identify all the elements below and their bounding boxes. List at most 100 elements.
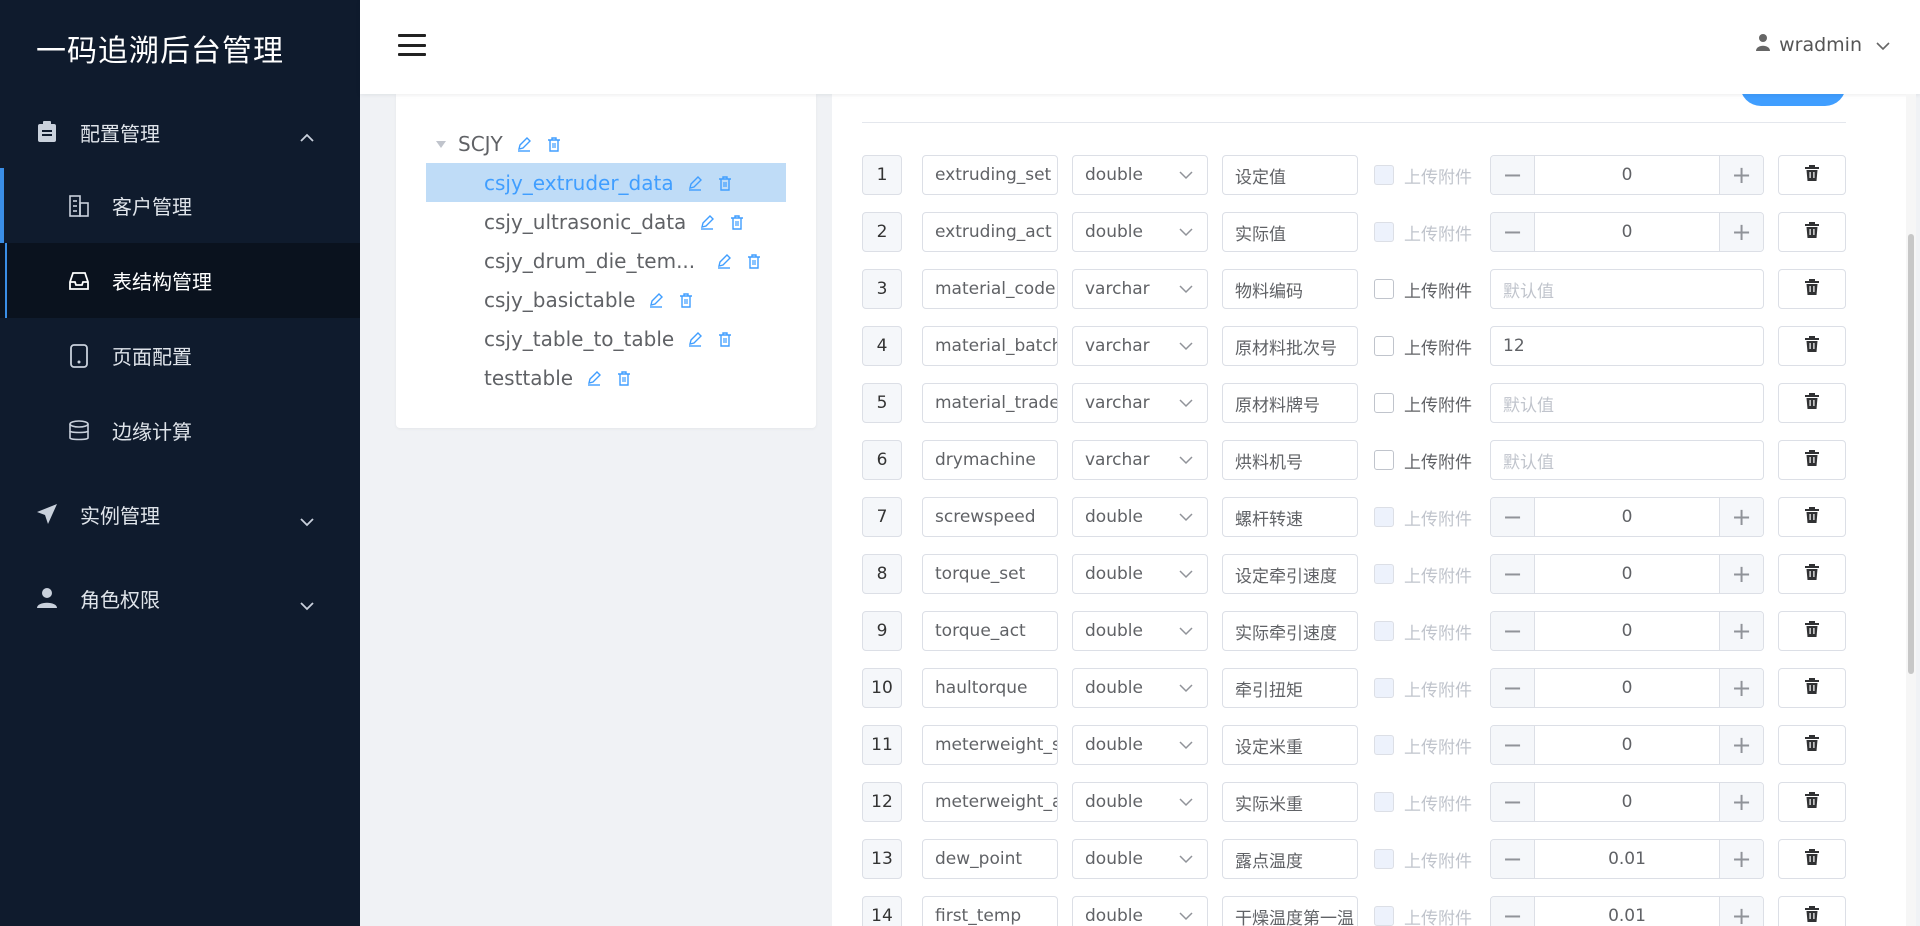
- plus-icon[interactable]: +: [1719, 669, 1763, 707]
- menu-toggle-icon[interactable]: [398, 34, 426, 56]
- checkbox-box[interactable]: [1374, 279, 1394, 299]
- checkbox-box[interactable]: [1374, 507, 1394, 527]
- default-number-value[interactable]: 0: [1535, 165, 1719, 185]
- default-number-value[interactable]: 0: [1535, 621, 1719, 641]
- default-number-value[interactable]: 0: [1535, 564, 1719, 584]
- sidebar-item-table-structure[interactable]: 表结构管理: [0, 243, 360, 318]
- upload-attachment-checkbox[interactable]: 上传附件: [1374, 212, 1472, 252]
- upload-attachment-checkbox[interactable]: 上传附件: [1374, 611, 1472, 651]
- upload-attachment-checkbox[interactable]: 上传附件: [1374, 839, 1472, 879]
- tree-node[interactable]: csjy_ultrasonic_data: [426, 202, 786, 241]
- default-number-stepper[interactable]: −0 +: [1490, 782, 1764, 822]
- field-name-input[interactable]: drymachine: [922, 440, 1058, 480]
- field-desc-input[interactable]: 设定牵引速度: [1222, 554, 1358, 594]
- default-number-value[interactable]: 0: [1535, 735, 1719, 755]
- default-number-value[interactable]: 0.01: [1535, 849, 1719, 869]
- field-name-input[interactable]: material_code: [922, 269, 1058, 309]
- field-name-input[interactable]: dew_point: [922, 839, 1058, 879]
- sidebar-item-edge-compute[interactable]: 边缘计算: [0, 393, 360, 468]
- plus-icon[interactable]: +: [1719, 555, 1763, 593]
- delete-row-button[interactable]: [1778, 782, 1846, 822]
- field-desc-input[interactable]: 烘料机号: [1222, 440, 1358, 480]
- default-number-stepper[interactable]: −0 +: [1490, 611, 1764, 651]
- default-number-stepper[interactable]: −0 +: [1490, 554, 1764, 594]
- field-desc-input[interactable]: 原材料批次号: [1222, 326, 1358, 366]
- menu-group-instances[interactable]: 实例管理: [0, 472, 360, 556]
- edit-icon[interactable]: [515, 135, 533, 153]
- field-type-select[interactable]: double: [1072, 497, 1208, 537]
- checkbox-box[interactable]: [1374, 792, 1394, 812]
- plus-icon[interactable]: +: [1719, 897, 1763, 926]
- plus-icon[interactable]: +: [1719, 498, 1763, 536]
- checkbox-box[interactable]: [1374, 393, 1394, 413]
- delete-row-button[interactable]: [1778, 839, 1846, 879]
- sidebar-item-page-config[interactable]: 页面配置: [0, 318, 360, 393]
- checkbox-box[interactable]: [1374, 564, 1394, 584]
- checkbox-box[interactable]: [1374, 450, 1394, 470]
- minus-icon[interactable]: −: [1491, 213, 1535, 251]
- default-value-input[interactable]: 默认值: [1490, 269, 1764, 309]
- delete-icon[interactable]: [716, 330, 734, 348]
- field-type-select[interactable]: double: [1072, 611, 1208, 651]
- vertical-scrollbar[interactable]: [1906, 94, 1916, 926]
- edit-icon[interactable]: [686, 174, 704, 192]
- edit-icon[interactable]: [585, 369, 603, 387]
- upload-attachment-checkbox[interactable]: 上传附件: [1374, 326, 1472, 366]
- tree-node[interactable]: csjy_table_to_table: [426, 319, 786, 358]
- tree-node[interactable]: testtable: [426, 358, 786, 397]
- delete-row-button[interactable]: [1778, 326, 1846, 366]
- user-menu[interactable]: wradmin: [1755, 33, 1890, 56]
- tree-node[interactable]: csjy_basictable: [426, 280, 786, 319]
- checkbox-box[interactable]: [1374, 735, 1394, 755]
- upload-attachment-checkbox[interactable]: 上传附件: [1374, 383, 1472, 423]
- default-number-stepper[interactable]: −0 +: [1490, 668, 1764, 708]
- upload-attachment-checkbox[interactable]: 上传附件: [1374, 155, 1472, 195]
- upload-attachment-checkbox[interactable]: 上传附件: [1374, 269, 1472, 309]
- field-type-select[interactable]: double: [1072, 896, 1208, 926]
- checkbox-box[interactable]: [1374, 336, 1394, 356]
- edit-icon[interactable]: [686, 330, 704, 348]
- field-desc-input[interactable]: 实际牵引速度: [1222, 611, 1358, 651]
- upload-attachment-checkbox[interactable]: 上传附件: [1374, 668, 1472, 708]
- field-name-input[interactable]: torque_act: [922, 611, 1058, 651]
- plus-icon[interactable]: +: [1719, 213, 1763, 251]
- field-name-input[interactable]: torque_set: [922, 554, 1058, 594]
- minus-icon[interactable]: −: [1491, 498, 1535, 536]
- minus-icon[interactable]: −: [1491, 783, 1535, 821]
- tree-node[interactable]: csjy_drum_die_tem...: [426, 241, 786, 280]
- upload-attachment-checkbox[interactable]: 上传附件: [1374, 497, 1472, 537]
- default-number-value[interactable]: 0: [1535, 678, 1719, 698]
- checkbox-box[interactable]: [1374, 849, 1394, 869]
- checkbox-box[interactable]: [1374, 678, 1394, 698]
- field-type-select[interactable]: double: [1072, 839, 1208, 879]
- default-number-stepper[interactable]: −0 +: [1490, 155, 1764, 195]
- field-desc-input[interactable]: 实际米重: [1222, 782, 1358, 822]
- menu-group-roles[interactable]: 角色权限: [0, 556, 360, 640]
- tree-node[interactable]: csjy_extruder_data: [426, 163, 786, 202]
- field-type-select[interactable]: varchar: [1072, 440, 1208, 480]
- delete-row-button[interactable]: [1778, 497, 1846, 537]
- delete-row-button[interactable]: [1778, 725, 1846, 765]
- field-desc-input[interactable]: 螺杆转速: [1222, 497, 1358, 537]
- field-type-select[interactable]: double: [1072, 155, 1208, 195]
- default-number-value[interactable]: 0.01: [1535, 906, 1719, 926]
- default-number-value[interactable]: 0: [1535, 507, 1719, 527]
- delete-icon[interactable]: [677, 291, 695, 309]
- field-name-input[interactable]: extruding_act: [922, 212, 1058, 252]
- menu-group-config[interactable]: 配置管理: [0, 96, 360, 168]
- minus-icon[interactable]: −: [1491, 612, 1535, 650]
- delete-row-button[interactable]: [1778, 212, 1846, 252]
- checkbox-box[interactable]: [1374, 621, 1394, 641]
- delete-row-button[interactable]: [1778, 668, 1846, 708]
- field-type-select[interactable]: double: [1072, 554, 1208, 594]
- field-desc-input[interactable]: 设定值: [1222, 155, 1358, 195]
- minus-icon[interactable]: −: [1491, 726, 1535, 764]
- delete-icon[interactable]: [545, 135, 563, 153]
- field-name-input[interactable]: screwspeed: [922, 497, 1058, 537]
- field-name-input[interactable]: meterweight_ac: [922, 782, 1058, 822]
- minus-icon[interactable]: −: [1491, 840, 1535, 878]
- minus-icon[interactable]: −: [1491, 669, 1535, 707]
- caret-down-icon[interactable]: [436, 140, 446, 148]
- minus-icon[interactable]: −: [1491, 555, 1535, 593]
- plus-icon[interactable]: +: [1719, 726, 1763, 764]
